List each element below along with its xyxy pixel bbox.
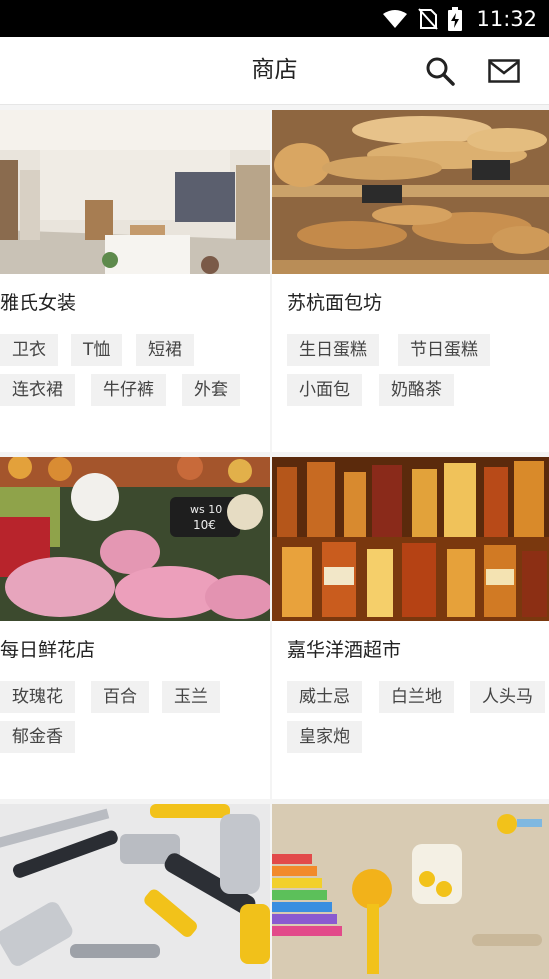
shop-card-toys[interactable] [272, 804, 549, 979]
app-bar: 商店 [0, 37, 549, 105]
shop-image-flowers: ws 10 10€ [0, 457, 270, 621]
search-button[interactable] [422, 53, 458, 89]
status-time: 11:32 [476, 6, 537, 31]
message-button[interactable] [486, 53, 522, 89]
battery-charging-icon [448, 6, 463, 31]
status-bar: 11:32 [0, 0, 549, 37]
no-sim-icon [418, 7, 439, 30]
svg-text:ws 10: ws 10 [190, 503, 222, 516]
tag-chip[interactable]: 玫瑰花 [0, 681, 75, 713]
tag-chip[interactable]: 玉兰 [162, 681, 220, 713]
tag-chip[interactable]: 卫衣 [0, 334, 58, 366]
tag-chip[interactable]: 节日蛋糕 [398, 334, 490, 366]
tag-chip[interactable]: 白兰地 [379, 681, 454, 713]
tag-chip[interactable]: 牛仔裤 [91, 374, 166, 406]
tag-chip[interactable]: 人头马 [470, 681, 545, 713]
tag-chip[interactable]: 外套 [182, 374, 240, 406]
shop-card-flowers[interactable]: ws 10 10€ 每日鲜花店 玫瑰花 百合 玉兰 郁金香 [0, 457, 270, 799]
shop-name: 嘉华洋酒超市 [287, 639, 402, 661]
shop-card-tools[interactable] [0, 804, 270, 979]
tag-chip[interactable]: 郁金香 [0, 721, 75, 753]
wifi-icon [383, 9, 408, 28]
search-icon [426, 57, 455, 86]
shop-card-clothing[interactable]: 雅氏女装 卫衣 T恤 短裙 连衣裙 牛仔裤 外套 [0, 110, 270, 452]
shop-image-tools [0, 804, 270, 979]
tag-chip[interactable]: 皇家炮 [287, 721, 362, 753]
tag-chip[interactable]: 生日蛋糕 [287, 334, 379, 366]
status-icons: 11:32 [382, 0, 537, 37]
tag-chip[interactable]: 百合 [91, 681, 149, 713]
tag-chip[interactable]: 连衣裙 [0, 374, 75, 406]
shop-card-bakery[interactable]: 苏杭面包坊 生日蛋糕 节日蛋糕 小面包 奶酪茶 [272, 110, 549, 452]
shop-image-bakery [272, 110, 549, 274]
shop-name: 雅氏女装 [0, 292, 77, 314]
shop-card-liquor[interactable]: 嘉华洋酒超市 威士忌 白兰地 人头马 皇家炮 [272, 457, 549, 799]
tag-chip[interactable]: 威士忌 [287, 681, 362, 713]
tag-chip[interactable]: 短裙 [136, 334, 194, 366]
mail-icon [488, 59, 520, 83]
tag-chip[interactable]: 奶酪茶 [379, 374, 454, 406]
svg-text:10€: 10€ [193, 518, 216, 532]
page-title: 商店 [251, 57, 298, 83]
tag-chip[interactable]: T恤 [71, 334, 123, 366]
tag-chip[interactable]: 小面包 [287, 374, 362, 406]
shop-image-toys [272, 804, 549, 979]
shop-image-clothing [0, 110, 270, 274]
shop-name: 每日鲜花店 [0, 639, 96, 661]
shop-image-liquor [272, 457, 549, 621]
shop-name: 苏杭面包坊 [287, 292, 383, 314]
